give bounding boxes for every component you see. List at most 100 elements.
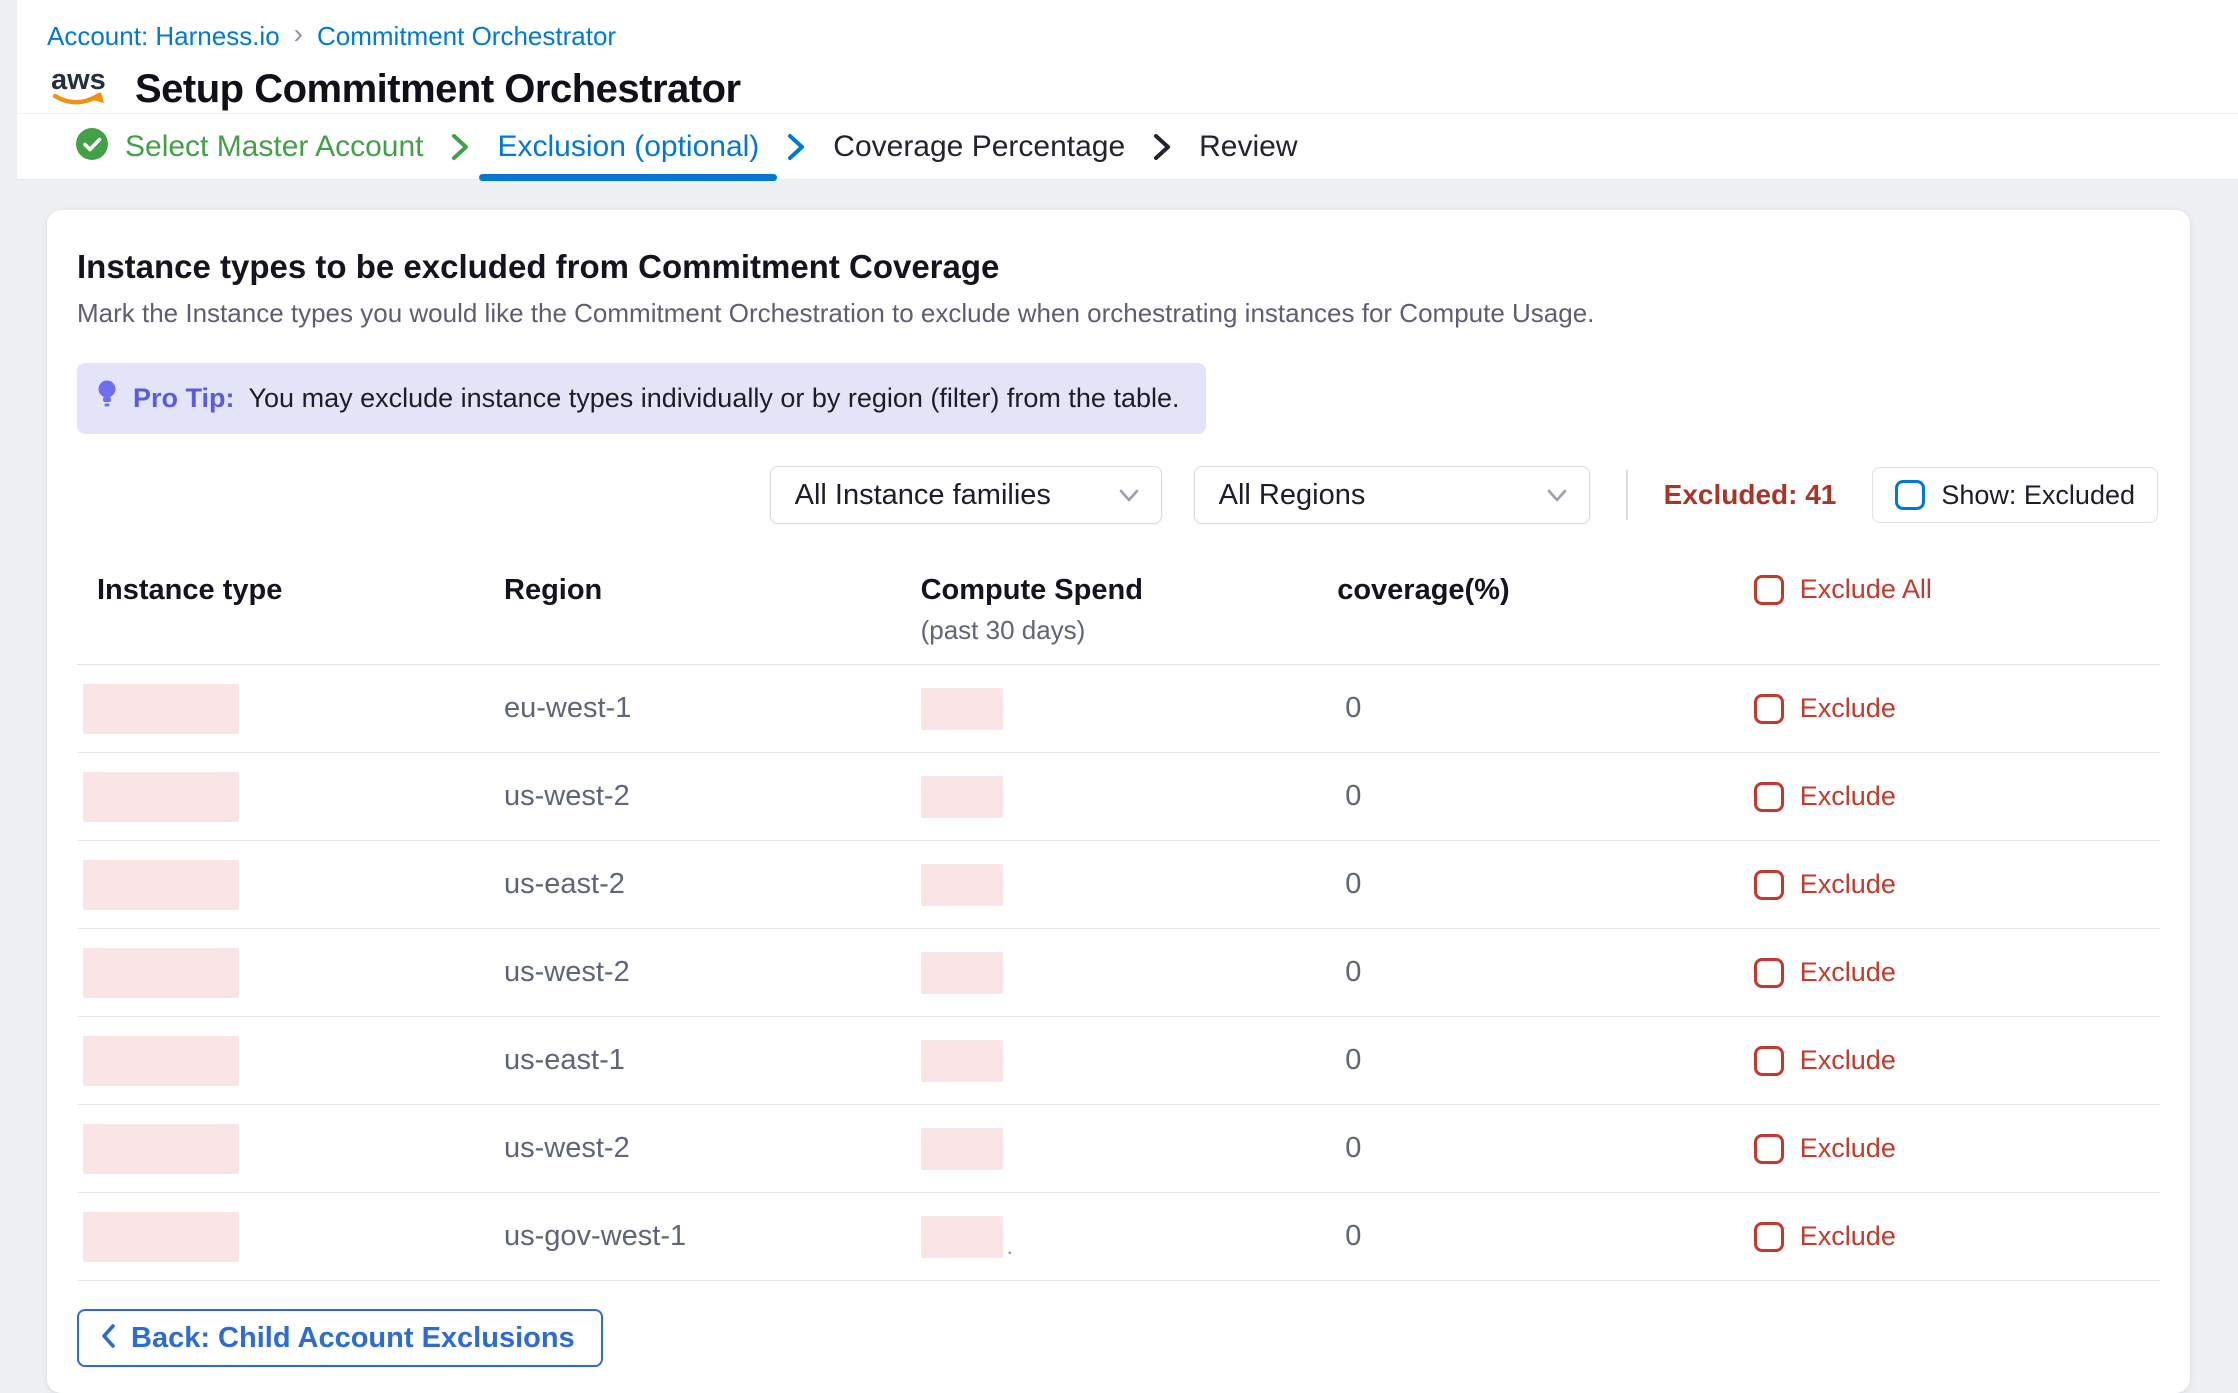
step-select-master-account[interactable]: Select Master Account <box>55 114 443 179</box>
col-header-compute-spend-sub: (past 30 days) <box>921 615 1338 646</box>
breadcrumb-account-link[interactable]: Account: Harness.io <box>47 21 280 52</box>
step-label: Review <box>1199 130 1297 164</box>
redacted-compute-spend <box>921 688 1003 730</box>
col-header-compute-spend: Compute Spend (past 30 days) <box>921 574 1338 646</box>
step-coverage-percentage[interactable]: Coverage Percentage <box>813 114 1145 179</box>
page-title: Setup Commitment Orchestrator <box>135 67 741 112</box>
svg-text:aws: aws <box>51 64 106 96</box>
instance-type-cell <box>77 1036 504 1086</box>
instance-families-dropdown[interactable]: All Instance families <box>770 466 1162 524</box>
compute-spend-cell <box>921 1040 1338 1082</box>
exclude-checkbox[interactable] <box>1754 1222 1784 1252</box>
redacted-compute-spend <box>921 1040 1003 1082</box>
card-subtitle: Mark the Instance types you would like t… <box>77 298 2160 329</box>
step-completed-check-icon <box>75 127 109 166</box>
step-chevron-icon <box>779 131 813 163</box>
col-header-region: Region <box>504 574 921 607</box>
compute-spend-cell <box>921 688 1338 730</box>
step-review[interactable]: Review <box>1179 114 1317 179</box>
redacted-compute-spend <box>921 1216 1003 1258</box>
coverage-cell: 0 <box>1337 692 1754 725</box>
redacted-instance-type <box>83 772 239 822</box>
region-cell: us-east-1 <box>504 1044 921 1077</box>
col-header-coverage: coverage(%) <box>1337 574 1754 607</box>
exclude-checkbox[interactable] <box>1754 782 1784 812</box>
page-header: Account: Harness.io › Commitment Orchest… <box>17 0 2238 113</box>
region-cell: us-east-2 <box>504 868 921 901</box>
regions-dropdown[interactable]: All Regions <box>1194 466 1590 524</box>
table-body: eu-west-1 0 Exclude us-west-2 <box>77 665 2160 1281</box>
exclude-all-control[interactable]: Exclude All <box>1754 574 2160 605</box>
chevron-down-icon <box>1545 479 1569 512</box>
compute-spend-cell: . <box>921 1216 1338 1258</box>
exclude-label: Exclude <box>1800 869 1896 900</box>
back-button[interactable]: Back: Child Account Exclusions <box>77 1309 603 1367</box>
step-label: Coverage Percentage <box>833 130 1125 164</box>
region-cell: us-west-2 <box>504 1132 921 1165</box>
exclude-label: Exclude <box>1800 781 1896 812</box>
exclude-label: Exclude <box>1800 1221 1896 1252</box>
exclude-all-checkbox[interactable] <box>1754 575 1784 605</box>
table-header-row: Instance type Region Compute Spend (past… <box>77 560 2160 665</box>
compute-spend-cell <box>921 864 1338 906</box>
spend-suffix: . <box>1007 1236 1013 1258</box>
show-excluded-label: Show: Excluded <box>1941 480 2135 511</box>
table-row: us-west-2 0 Exclude <box>77 1105 2160 1193</box>
redacted-instance-type <box>83 860 239 910</box>
instance-families-value: All Instance families <box>795 479 1051 512</box>
exclude-control[interactable]: Exclude <box>1754 693 2160 724</box>
wizard-stepper: Select Master Account Exclusion (optiona… <box>17 113 2238 180</box>
redacted-instance-type <box>83 684 239 734</box>
step-chevron-icon <box>443 131 477 163</box>
compute-spend-cell <box>921 1128 1338 1170</box>
exclude-checkbox[interactable] <box>1754 1046 1784 1076</box>
redacted-instance-type <box>83 948 239 998</box>
instance-type-cell <box>77 948 504 998</box>
exclude-control[interactable]: Exclude <box>1754 1045 2160 1076</box>
filters-divider <box>1626 470 1628 520</box>
region-cell: us-west-2 <box>504 956 921 989</box>
show-excluded-toggle[interactable]: Show: Excluded <box>1872 467 2158 523</box>
exclude-label: Exclude <box>1800 1045 1896 1076</box>
coverage-cell: 0 <box>1337 1044 1754 1077</box>
instance-type-cell <box>77 772 504 822</box>
table-row: us-west-2 0 Exclude <box>77 753 2160 841</box>
exclude-checkbox[interactable] <box>1754 870 1784 900</box>
step-label: Select Master Account <box>125 130 423 164</box>
breadcrumb-separator-icon: › <box>294 20 303 52</box>
redacted-compute-spend <box>921 952 1003 994</box>
excluded-count: Excluded: 41 <box>1664 479 1837 511</box>
exclude-control[interactable]: Exclude <box>1754 781 2160 812</box>
compute-spend-cell <box>921 952 1338 994</box>
back-button-label: Back: Child Account Exclusions <box>131 1322 575 1355</box>
chevron-left-icon <box>99 1322 117 1355</box>
instance-type-cell <box>77 684 504 734</box>
exclude-control[interactable]: Exclude <box>1754 1133 2160 1164</box>
regions-value: All Regions <box>1219 479 1366 512</box>
redacted-compute-spend <box>921 1128 1003 1170</box>
compute-spend-cell <box>921 776 1338 818</box>
region-cell: eu-west-1 <box>504 692 921 725</box>
exclude-checkbox[interactable] <box>1754 1134 1784 1164</box>
redacted-instance-type <box>83 1124 239 1174</box>
instance-type-cell <box>77 860 504 910</box>
coverage-cell: 0 <box>1337 956 1754 989</box>
exclude-control[interactable]: Exclude <box>1754 869 2160 900</box>
exclude-control[interactable]: Exclude <box>1754 1221 2160 1252</box>
redacted-compute-spend <box>921 776 1003 818</box>
exclude-checkbox[interactable] <box>1754 958 1784 988</box>
exclusion-table: Instance type Region Compute Spend (past… <box>77 560 2160 1281</box>
step-chevron-icon <box>1145 131 1179 163</box>
pro-tip-text: You may exclude instance types individua… <box>249 383 1180 414</box>
redacted-instance-type <box>83 1036 239 1086</box>
filters-row: All Instance families All Regions Exclud… <box>77 466 2160 524</box>
exclusion-card: Instance types to be excluded from Commi… <box>47 210 2190 1393</box>
exclude-control[interactable]: Exclude <box>1754 957 2160 988</box>
step-exclusion[interactable]: Exclusion (optional) <box>477 114 779 179</box>
col-header-instance-type: Instance type <box>77 574 504 607</box>
show-excluded-checkbox[interactable] <box>1895 480 1925 510</box>
breadcrumb-page-link[interactable]: Commitment Orchestrator <box>317 21 616 52</box>
coverage-cell: 0 <box>1337 868 1754 901</box>
region-cell: us-west-2 <box>504 780 921 813</box>
exclude-checkbox[interactable] <box>1754 694 1784 724</box>
